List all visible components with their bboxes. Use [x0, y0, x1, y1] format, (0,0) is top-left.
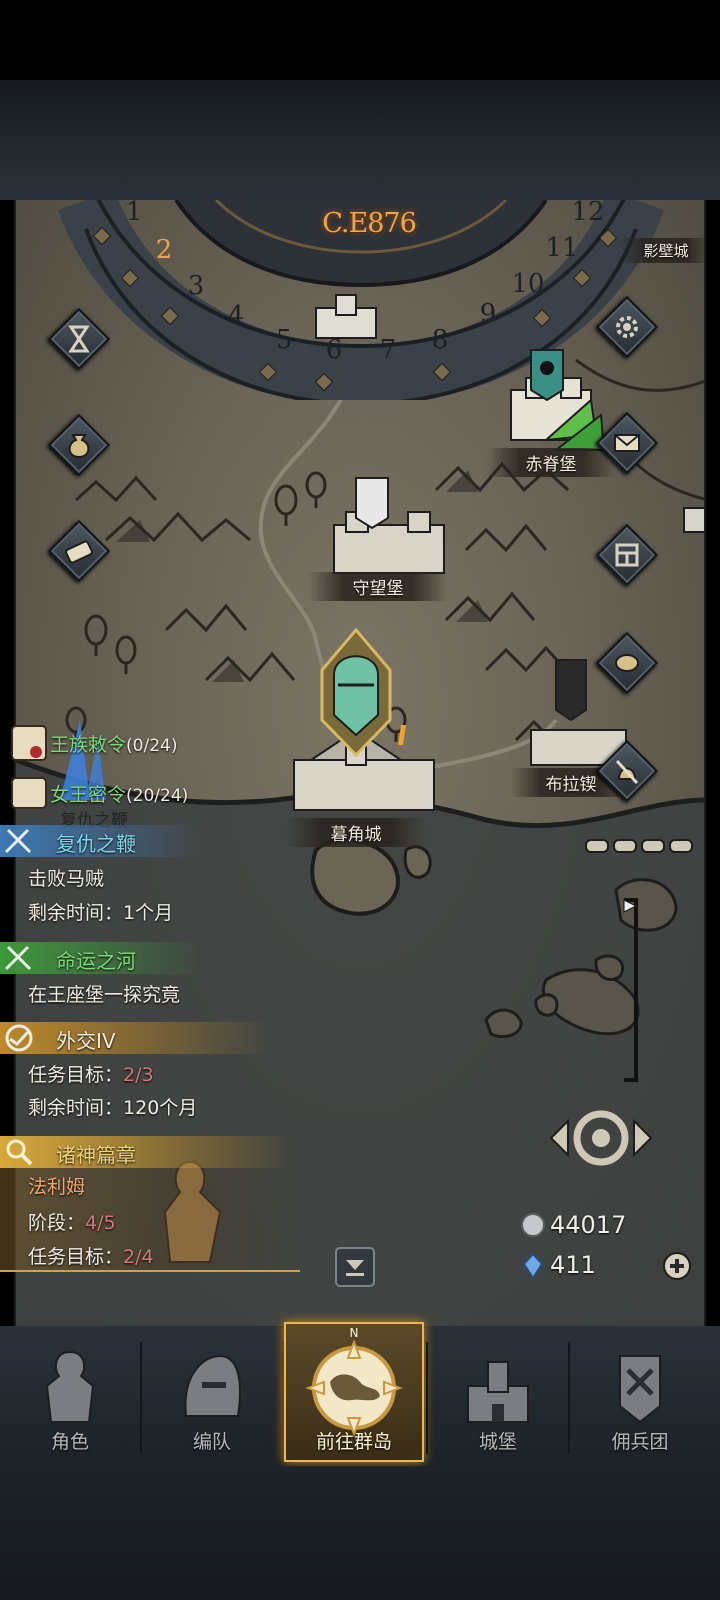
bottom-frame — [0, 1466, 720, 1600]
crossed-swords-icon — [4, 945, 32, 971]
quest-line: 法利姆 — [28, 1176, 86, 1198]
castle-icon-top — [315, 294, 377, 339]
tab-label: 城堡 — [478, 1431, 517, 1453]
quest-line-prefix: 剩余时间： — [28, 902, 124, 924]
royal-decree-item[interactable]: 王族敕令(0/24) — [50, 730, 177, 757]
quest-stage-line: 阶段：4/5 — [28, 1208, 116, 1235]
quest-title: 外交IV — [56, 1029, 116, 1053]
hourglass-button[interactable] — [47, 307, 111, 371]
castle-icon — [467, 1361, 529, 1423]
helmet-icon — [184, 1354, 241, 1417]
quest-time-line: 剩余时间：120个月 — [28, 1093, 197, 1120]
quest-line: 在王座堡一探究竟 — [28, 984, 181, 1006]
city-label-mujiao[interactable]: 暮角城 — [286, 818, 426, 847]
tab-label: 佣兵团 — [611, 1431, 669, 1453]
collapse-tracker-button[interactable] — [334, 1246, 376, 1288]
tab-label: 编队 — [192, 1431, 231, 1453]
quest-time-line: 剩余时间：1个月 — [28, 898, 173, 925]
royal-decree-progress: (0/24) — [126, 736, 178, 756]
quest-line-value: 1个月 — [123, 902, 174, 924]
quest-title: 复仇之鞭 — [56, 832, 136, 856]
mercenary-banner-icon — [619, 1355, 661, 1424]
recenter-button[interactable] — [546, 1103, 656, 1173]
quest-title-bar — [0, 1022, 270, 1054]
magnifier-icon — [6, 1139, 33, 1166]
queen-order-label: 女王密令 — [50, 784, 127, 806]
castle-mujiao — [293, 627, 435, 811]
silver-amount: 44017 — [550, 1211, 627, 1239]
tab-islands[interactable]: N 前往群岛 — [284, 1322, 424, 1462]
tab-castle[interactable]: 城堡 — [428, 1338, 568, 1460]
hourglass-icon — [68, 325, 90, 353]
quest-line-value: 2/4 — [123, 1246, 154, 1268]
tab-label: 前往群岛 — [315, 1431, 392, 1453]
quest-line-value: 120个月 — [123, 1097, 198, 1119]
castle-yingbi — [683, 507, 704, 533]
scroll-button[interactable] — [47, 519, 111, 583]
crystal-icon — [522, 1252, 544, 1280]
tab-character[interactable]: 角色 — [0, 1338, 140, 1460]
tab-label: 角色 — [50, 1431, 89, 1453]
bottom-nav: 角色 编队 N 前往群岛 城堡 佣兵团 — [0, 1322, 720, 1466]
quest-line-prefix: 剩余时间： — [28, 1097, 124, 1119]
quest-line-prefix: 任务目标： — [28, 1064, 124, 1086]
grid-button[interactable] — [595, 523, 659, 587]
window-grid-icon — [615, 543, 639, 567]
coin-icon — [615, 654, 639, 672]
tab-formation[interactable]: 编队 — [142, 1338, 282, 1460]
money-bag-icon — [68, 434, 90, 459]
knight-icon — [45, 1350, 95, 1423]
top-frame — [0, 80, 720, 200]
compass-map-icon — [305, 1339, 403, 1437]
castle-chiji — [510, 349, 606, 451]
castle-shouwang — [333, 477, 445, 574]
queen-order-item[interactable]: 女王密令(20/24) — [50, 780, 188, 807]
quest-goal-line: 任务目标：2/3 — [28, 1060, 154, 1087]
mail-button[interactable] — [595, 411, 659, 475]
quest-line-value: 4/5 — [85, 1212, 116, 1234]
add-currency-button[interactable] — [662, 1251, 692, 1281]
settings-button[interactable] — [595, 295, 659, 359]
helmet-sword-icon — [615, 759, 639, 785]
handshake-icon — [5, 1024, 33, 1052]
gear-icon — [616, 316, 638, 338]
status-bar-area — [0, 0, 720, 80]
battle-button[interactable] — [595, 739, 659, 803]
quest-line-value: 2/3 — [123, 1064, 154, 1086]
royal-decree-label: 王族敕令 — [50, 734, 127, 756]
quest-line-prefix: 任务目标： — [28, 1246, 124, 1268]
crossed-swords-icon — [4, 828, 32, 854]
city-label-shouwang[interactable]: 守望堡 — [308, 572, 448, 601]
quest-title: 诸神篇章 — [56, 1143, 136, 1167]
envelope-icon — [614, 434, 640, 452]
quest-line: 击败马贼 — [28, 868, 105, 890]
city-label-yingbi[interactable]: 影壁城 — [621, 238, 704, 263]
queen-order-progress: (20/24) — [126, 786, 189, 806]
coin-button[interactable] — [595, 631, 659, 695]
silver-coin-icon — [521, 1213, 545, 1237]
crystal-amount: 411 — [550, 1251, 596, 1279]
quest-title: 命运之河 — [56, 949, 136, 973]
tab-mercenary[interactable]: 佣兵团 — [570, 1338, 710, 1460]
bag-button[interactable] — [47, 413, 111, 477]
scroll-icon — [65, 540, 93, 564]
quest-goal-line: 任务目标：2/4 — [28, 1242, 154, 1269]
quest-line-prefix: 阶段： — [28, 1212, 86, 1234]
quest-title-bar — [0, 1136, 290, 1168]
